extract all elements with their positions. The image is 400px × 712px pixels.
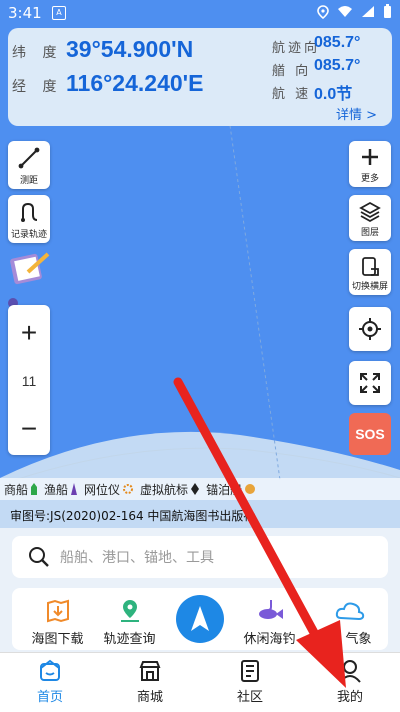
fish-icon (258, 600, 283, 619)
navigation-arrow-icon (191, 606, 209, 631)
sos-button[interactable]: SOS (349, 413, 391, 455)
details-link[interactable]: 详情 > (336, 104, 377, 123)
notepad-icon[interactable] (8, 248, 52, 288)
more-label: 更多 (360, 174, 379, 184)
ruler-icon (18, 147, 40, 169)
rotate-landscape-label: 切换横屏 (351, 282, 388, 292)
speed-label: 航 速 (272, 87, 312, 102)
search-icon (29, 547, 49, 567)
leisure-fishing-button[interactable]: 休闲海钓 (232, 588, 307, 650)
legend-merchant: 商船 (4, 481, 38, 498)
weather-button[interactable]: 气象 (312, 588, 387, 650)
latitude-label: 纬 度 (12, 45, 63, 61)
net-buoy-icon (123, 484, 134, 494)
heading-label: 艏 向 (272, 64, 312, 79)
tab-mall[interactable]: 商城 (100, 653, 200, 712)
fullscreen-button[interactable] (349, 361, 391, 405)
record-track-button[interactable]: 记录轨迹 (8, 195, 50, 243)
tab-mine[interactable]: 我的 (300, 653, 400, 712)
anchor-ship-icon (245, 484, 256, 494)
longitude-value: 116°24.240'E (66, 70, 204, 96)
heading-value: 085.7° (314, 57, 361, 74)
home-icon (40, 659, 60, 681)
map-approval-number: 审图号:JS(2020)02-164 中国航海图书出版社 (10, 509, 256, 523)
signal-icon (362, 6, 374, 17)
chart-download-button[interactable]: 海图下载 (20, 588, 95, 650)
user-icon (339, 660, 361, 683)
locate-me-button[interactable] (349, 307, 391, 351)
tab-community[interactable]: 社区 (200, 653, 300, 712)
layers-label: 图层 (360, 228, 379, 238)
track-label: 航迹向 (272, 41, 321, 56)
record-track-label: 记录轨迹 (10, 230, 47, 240)
status-bar: 3:41 A (0, 0, 400, 26)
status-icons (317, 4, 392, 19)
track-query-button[interactable]: 轨迹查询 (92, 588, 167, 650)
virtual-aid-icon (191, 483, 200, 495)
map-legend: 商船 渔船 网位仪 虚拟航标 锚泊船 (0, 478, 400, 500)
layers-button[interactable]: 图层 (349, 195, 391, 241)
fishing-boat-icon (71, 483, 78, 495)
measure-distance-button[interactable]: 测距 (8, 141, 50, 189)
zoom-in-button[interactable]: + (8, 317, 50, 349)
community-book-icon (241, 660, 259, 682)
longitude-label: 经 度 (12, 79, 63, 95)
rotate-landscape-button[interactable]: 切换横屏 (349, 249, 391, 295)
location-icon (317, 4, 329, 19)
crosshair-icon (359, 318, 381, 340)
legend-virtual-aid: 虚拟航标 (140, 481, 200, 498)
quick-actions: 海图下载 轨迹查询 休闲海钓 气象 (12, 588, 388, 650)
screen-rotate-icon (362, 257, 379, 276)
legend-fishing: 渔船 (44, 481, 78, 498)
navigate-button[interactable] (176, 595, 224, 643)
expand-icon (360, 373, 380, 393)
more-button[interactable]: 更多 (349, 141, 391, 187)
zoom-out-button[interactable]: − (8, 413, 50, 445)
chart-download-icon (46, 599, 69, 623)
position-info-panel: 纬 度 39°54.900'N 经 度 116°24.240'E 航迹向 085… (8, 28, 392, 126)
search-placeholder: 船舶、港口、锚地、工具 (60, 550, 214, 566)
status-time: 3:41 (8, 4, 42, 22)
track-record-icon (21, 202, 38, 222)
wifi-icon (338, 6, 352, 17)
legend-net-buoy: 网位仪 (84, 481, 134, 498)
zoom-level: 11 (21, 373, 37, 389)
weather-cloud-icon (335, 602, 364, 621)
track-query-icon (120, 600, 139, 622)
merchant-ship-icon (31, 483, 38, 495)
speed-value: 0.0节 (314, 86, 353, 103)
measure-label: 测距 (19, 176, 38, 186)
track-value: 085.7° (314, 34, 361, 51)
tab-home[interactable]: 首页 (0, 653, 100, 712)
layers-icon (359, 201, 381, 223)
latitude-value: 39°54.900'N (66, 36, 194, 62)
bottom-tab-bar: 首页 商城 社区 我的 (0, 652, 400, 712)
legend-anchored: 锚泊船 (206, 481, 256, 498)
search-bar[interactable]: 船舶、港口、锚地、工具 (12, 536, 388, 578)
zoom-control: + 11 − (8, 305, 50, 455)
plus-icon (362, 149, 378, 165)
store-icon (139, 661, 161, 681)
app-notification-icon: A (52, 6, 66, 20)
battery-icon (384, 4, 391, 18)
